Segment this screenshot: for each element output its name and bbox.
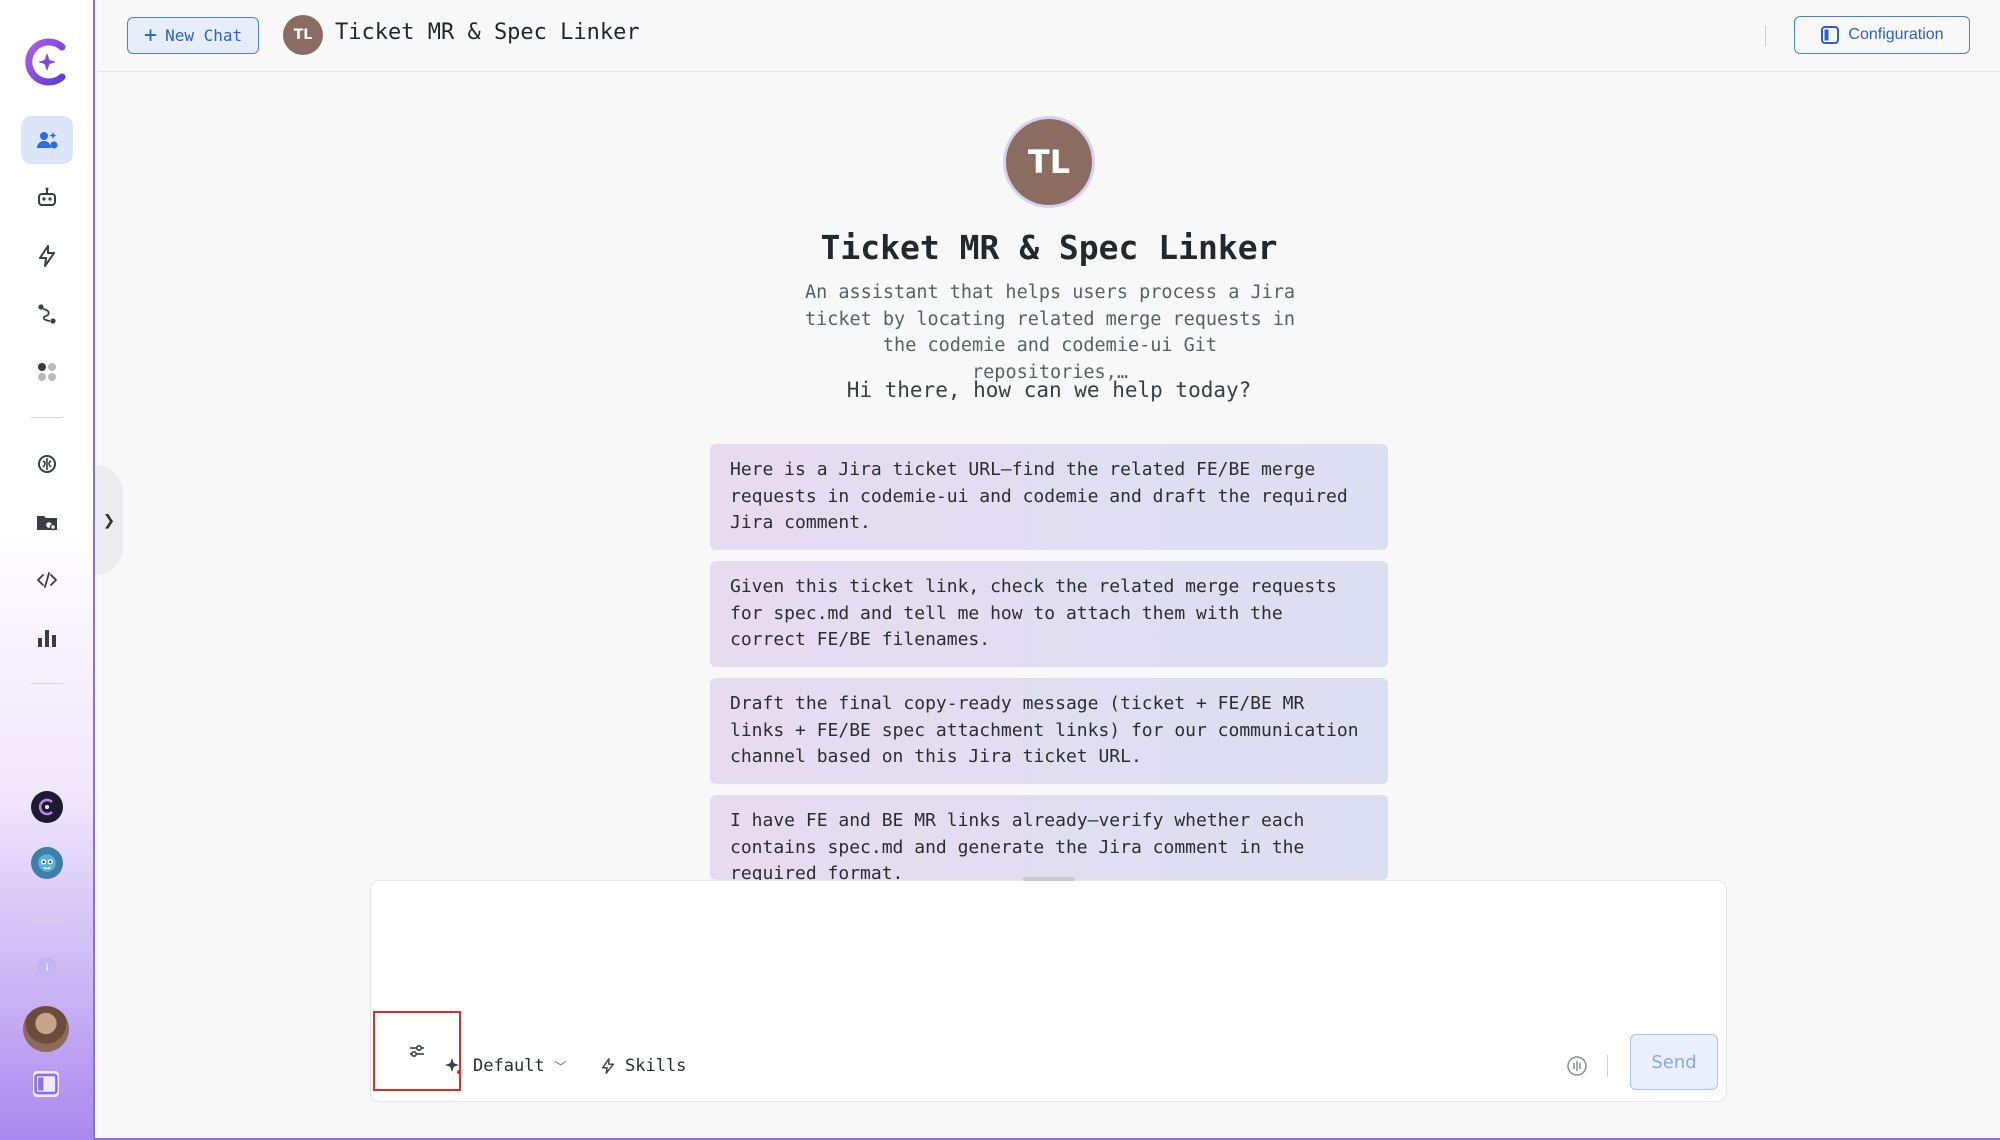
suggestion-card[interactable]: Here is a Jira ticket URL—find the relat… [710, 444, 1388, 550]
nav-assistants-icon[interactable] [21, 116, 73, 164]
assistant-avatar: TL [283, 15, 323, 55]
nav-workflow-icon[interactable] [21, 290, 73, 338]
panel-icon [1821, 26, 1840, 44]
header-divider [1765, 26, 1766, 46]
top-header: + New Chat TL Ticket MR & Spec Linker Co… [97, 0, 2000, 72]
skills-label: Skills [625, 1056, 687, 1076]
nav-chart-icon[interactable] [21, 614, 73, 662]
greeting-text: Hi there, how can we help today? [846, 378, 1252, 402]
model-selector[interactable]: Default ﹀ [443, 1051, 567, 1081]
resize-handle[interactable] [1023, 877, 1075, 881]
expand-sidebar-icon[interactable] [33, 1071, 59, 1097]
configuration-label: Configuration [1848, 26, 1944, 43]
sliders-icon [410, 1045, 424, 1058]
mascot-app-icon[interactable] [31, 847, 63, 879]
assistant-description: An assistant that helps users process a … [804, 282, 1296, 383]
new-chat-label: New Chat [165, 26, 243, 45]
voice-input-icon[interactable] [1564, 1053, 1590, 1079]
model-label: Default [473, 1056, 545, 1076]
message-input[interactable] [391, 901, 1691, 1001]
suggestion-card[interactable]: I have FE and BE MR links already—verify… [710, 795, 1388, 880]
assistant-large-avatar: TL [1003, 116, 1095, 208]
send-button[interactable]: Send [1630, 1034, 1718, 1090]
collapse-panel-toggle[interactable]: ❯ [95, 465, 123, 575]
chevron-down-icon: ﹀ [554, 1059, 567, 1074]
assistant-name: Ticket MR & Spec Linker [335, 20, 640, 45]
nav-code-icon[interactable] [21, 556, 73, 604]
nav-robot-icon[interactable] [21, 174, 73, 222]
chat-composer: Default ﹀ Skills Send [370, 877, 1727, 1102]
sparkle-icon [445, 1058, 461, 1074]
nav-folder-link-icon[interactable] [21, 498, 73, 546]
sidebar-divider [31, 683, 63, 684]
page-title: Ticket MR & Spec Linker [820, 228, 1278, 267]
suggestion-card[interactable]: Given this ticket link, check the relate… [710, 561, 1388, 667]
codemie-app-icon[interactable] [31, 791, 63, 823]
nav-brain-icon[interactable] [21, 440, 73, 488]
user-avatar[interactable] [23, 1006, 69, 1052]
configuration-button[interactable]: Configuration [1794, 16, 1970, 54]
sidebar-divider [31, 417, 63, 418]
suggestion-card[interactable]: Draft the final copy-ready message (tick… [710, 678, 1388, 784]
sidebar-divider [31, 921, 63, 922]
info-icon[interactable]: i [37, 957, 57, 977]
lightning-icon [601, 1058, 615, 1074]
composer-divider [1607, 1055, 1608, 1077]
skills-button[interactable]: Skills [599, 1051, 686, 1081]
new-chat-button[interactable]: + New Chat [127, 17, 259, 54]
plus-icon: + [143, 22, 158, 48]
app-logo-icon[interactable] [22, 35, 72, 89]
chevron-right-icon: ❯ [102, 508, 116, 532]
sidebar: i [0, 0, 95, 1140]
